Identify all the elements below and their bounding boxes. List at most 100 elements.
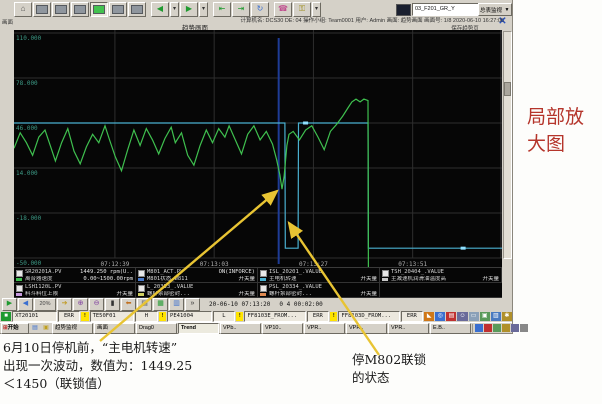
warning-icon[interactable]: ! <box>158 312 167 321</box>
tray-icon-network[interactable] <box>475 324 483 332</box>
pen-checkbox[interactable] <box>138 270 145 277</box>
view-type-label: 总表监视 <box>480 7 503 14</box>
pen-range: 0.00~1500.00rpm <box>83 275 133 282</box>
warning-icon[interactable]: ! <box>81 312 89 321</box>
chart-scrollbar[interactable] <box>503 31 512 259</box>
page-back-icon[interactable]: ⇤ <box>213 2 231 17</box>
alarm-list-icon[interactable]: ▤ <box>446 312 457 321</box>
pen-desc: 离合器速度 <box>25 275 53 282</box>
prev-page-arrow-icon[interactable]: ◀ <box>151 2 169 17</box>
task-button[interactable]: 趋势监视 <box>52 322 93 334</box>
pen-checkbox[interactable] <box>16 285 23 292</box>
picture-icon[interactable]: ▣ <box>479 312 490 321</box>
warning-icon[interactable]: ! <box>236 312 244 321</box>
task-button[interactable]: Drag0 <box>136 322 177 334</box>
split-screen-icon[interactable] <box>109 2 127 17</box>
screen-icon-2[interactable] <box>52 2 70 17</box>
alarm-tool-icon[interactable]: ☎ <box>274 2 292 17</box>
legend-cell-psl20334[interactable]: PSL_20334_.VALUE 螺杆泵部密封... 开关量 <box>258 283 380 298</box>
task-button[interactable]: VPb.. <box>220 322 261 334</box>
pen-range: 开关量 <box>360 290 377 297</box>
next-page-arrow-icon[interactable]: ▶ <box>180 2 198 17</box>
main-toolbar: ⌂ ◀ ▾ ▶ ▾ ⇤ ⇥ ↻ ☎ ⚿ ▾ <box>14 2 321 17</box>
pen-color-chip <box>138 278 144 281</box>
settings-icon[interactable]: ✱ <box>501 312 512 321</box>
refresh-icon[interactable]: ↻ <box>251 2 269 17</box>
alarm-status: ERR <box>306 311 330 322</box>
tray-icon-alarm[interactable] <box>484 324 492 332</box>
horn-icon[interactable]: ◣ <box>424 312 435 321</box>
pen-checkbox[interactable] <box>16 270 23 277</box>
keys-icon[interactable]: ⚿ <box>293 2 311 17</box>
next-page-dropdown[interactable]: ▾ <box>199 2 208 17</box>
bell-icon[interactable]: ◎ <box>435 312 446 321</box>
zoom-percent-button[interactable]: 20% <box>34 298 56 311</box>
step-back-icon[interactable]: ◀ <box>18 298 33 311</box>
legend-cell-m801[interactable]: M801_ACT.PV ON(INFORCE) M801状态_W811 开关量 <box>136 268 258 283</box>
trend-chart-area[interactable]: 110.000 78.000 46.000 14.000 -18.000 -50.000 0… <box>14 30 502 298</box>
prev-page-dropdown[interactable]: ▾ <box>170 2 179 17</box>
task-button[interactable]: VP10.. <box>262 322 303 334</box>
screen-icon-4[interactable] <box>128 2 146 17</box>
zoom-out-icon[interactable]: ⊖ <box>89 298 104 311</box>
grid-icon[interactable]: ▦ <box>153 298 168 311</box>
pen-checkbox[interactable] <box>260 285 267 292</box>
tray-icon-display[interactable] <box>502 324 510 332</box>
zoom-in-icon[interactable]: ⊕ <box>73 298 88 311</box>
pen-checkbox[interactable] <box>260 270 267 277</box>
screen-icon-1[interactable] <box>33 2 51 17</box>
chevron-down-icon[interactable]: ▼ <box>503 7 511 13</box>
os-taskbar: ⊞开始 ▤ ▣ 趋势监视 画面 Drag0 Trend VPb.. VP10..… <box>0 322 528 334</box>
task-button[interactable]: VPR.. <box>304 322 345 334</box>
cursor-bar-icon[interactable]: ▮ <box>105 298 120 311</box>
page-forward-icon[interactable]: ⇥ <box>232 2 250 17</box>
screen-icon-3[interactable] <box>71 2 89 17</box>
mini-trend-icon[interactable] <box>396 4 411 16</box>
task-button[interactable]: VPR.. <box>388 322 429 334</box>
legend-cell-tsh20404[interactable]: TSH_20404_.VALUE 主减速机润滑油温度高 开关量 <box>380 268 502 283</box>
keys-dropdown[interactable]: ▾ <box>312 2 321 17</box>
alarm-tag[interactable]: TE50F01 <box>89 311 135 322</box>
trend-screen-icon-active[interactable] <box>90 2 108 17</box>
legend-cell-isl20201[interactable]: ISL_20201_.VALUE 主电机转速 开关量 <box>258 268 380 283</box>
pan-left-icon[interactable]: ⬅ <box>121 298 136 311</box>
pen-desc: 主减速机润滑油温度高 <box>391 275 447 282</box>
picture-name-combo[interactable]: 03_F201_GR_Y <box>412 3 482 16</box>
pen-desc: 主电机转速 <box>269 275 297 282</box>
tray-icon-antivirus[interactable] <box>520 324 528 332</box>
legend-cell-sr20201a[interactable]: SR20201A.PV 1449.250 rpm(U.. 离合器速度 0.00~15… <box>14 268 136 283</box>
alarm-tag[interactable]: FF8103E_FROM... <box>244 311 306 322</box>
start-button[interactable]: ⊞开始 <box>1 322 29 334</box>
quicklaunch-desktop-icon[interactable]: ▤ <box>30 324 40 333</box>
next-cursor-icon[interactable]: » <box>185 298 200 311</box>
copy-icon[interactable]: ▤ <box>137 298 152 311</box>
monitor-icon[interactable]: ▭ <box>468 312 479 321</box>
warning-icon[interactable]: ! <box>330 312 338 321</box>
tray-icon-volume[interactable] <box>493 324 501 332</box>
alarm-tag[interactable]: PE41004 <box>167 311 212 322</box>
quicklaunch-folder-icon[interactable]: ▣ <box>41 324 51 333</box>
svg-text:-50.000: -50.000 <box>16 260 42 267</box>
jump-icon[interactable]: ➔ <box>57 298 72 311</box>
play-forward-icon[interactable]: ▶ <box>2 298 17 311</box>
tray-icon-app[interactable] <box>511 324 519 332</box>
alarm-ok-icon[interactable]: ■ <box>1 312 12 321</box>
alarm-tag[interactable]: FF8103D_FROM... <box>338 311 400 322</box>
task-button[interactable]: 画面 <box>94 322 135 334</box>
task-button[interactable]: VPR.. <box>346 322 387 334</box>
home-icon[interactable]: ⌂ <box>14 2 32 17</box>
pen-desc: 螺杆泵部密封... <box>147 290 190 297</box>
pen-checkbox[interactable] <box>382 270 389 277</box>
legend-cell-l20333[interactable]: L_20333_.VALUE 螺杆泵部密封... 开关量 <box>136 283 258 298</box>
operators-icon[interactable]: ☺ <box>457 312 468 321</box>
legend-cell-lsh1120l[interactable]: LSH1120L.PV 料斗料位上限 开关量 <box>14 283 136 298</box>
trend-plot[interactable]: 110.00078.00046.00014.000-18.000-50.000 0… <box>14 30 502 268</box>
pen-checkbox[interactable] <box>138 285 145 292</box>
alarm-tag[interactable]: XT20101 <box>12 311 57 322</box>
scrollbar-handle[interactable] <box>504 82 511 96</box>
report-icon[interactable]: ▥ <box>490 312 501 321</box>
task-button-active[interactable]: Trend <box>178 322 219 334</box>
view-type-select[interactable]: 总表监视 ▼ <box>478 3 512 16</box>
task-button[interactable]: E.B.. <box>430 322 471 334</box>
save-trend-icon[interactable]: ▥ <box>169 298 184 311</box>
